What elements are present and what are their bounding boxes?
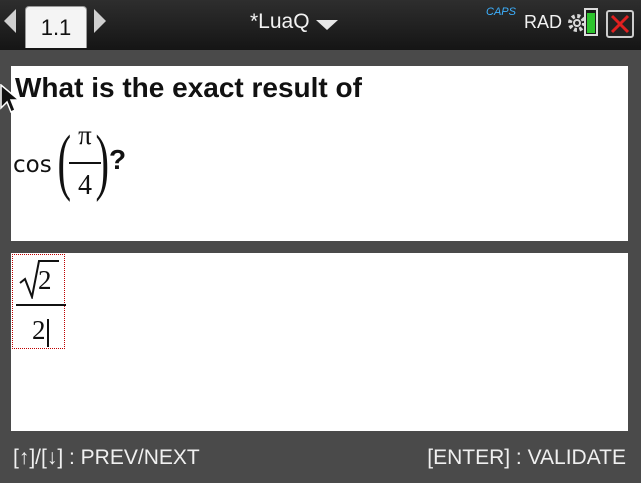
close-button[interactable]	[606, 10, 634, 38]
top-bar: 1.1 *LuaQ CAPS RAD	[0, 0, 641, 50]
cos-function: cos	[13, 152, 52, 178]
footer-validate-hint: [ENTER] : VALIDATE	[427, 446, 626, 469]
battery-icon	[584, 8, 598, 36]
battery-level-fill	[587, 13, 595, 33]
answer-panel[interactable]: 2 2	[11, 253, 628, 431]
radicand: 2	[38, 265, 52, 295]
document-title: *LuaQ	[250, 10, 310, 33]
question-panel: What is the exact result of cos ( π 4 ) …	[11, 66, 628, 241]
caps-indicator: CAPS	[486, 6, 516, 18]
answer-input[interactable]: 2 2	[12, 254, 66, 349]
text-cursor	[47, 319, 49, 347]
chevron-down-icon	[315, 20, 338, 30]
mouse-pointer-icon	[0, 84, 20, 114]
answer-fraction-bar	[16, 304, 66, 306]
document-title-menu[interactable]: *LuaQ	[250, 10, 338, 34]
footer-navigation-hint: [↑]/[↓] : PREV/NEXT	[13, 446, 200, 469]
close-icon	[610, 14, 630, 34]
previous-page-arrow-icon[interactable]	[4, 9, 16, 33]
right-parenthesis: )	[95, 121, 110, 203]
angle-mode-indicator: RAD	[524, 12, 563, 32]
answer-denominator: 2	[32, 315, 46, 345]
tab-page-1-1[interactable]: 1.1	[25, 6, 87, 48]
question-text: What is the exact result of	[15, 72, 362, 103]
next-page-arrow-icon[interactable]	[94, 9, 106, 33]
question-mark: ?	[109, 144, 127, 175]
